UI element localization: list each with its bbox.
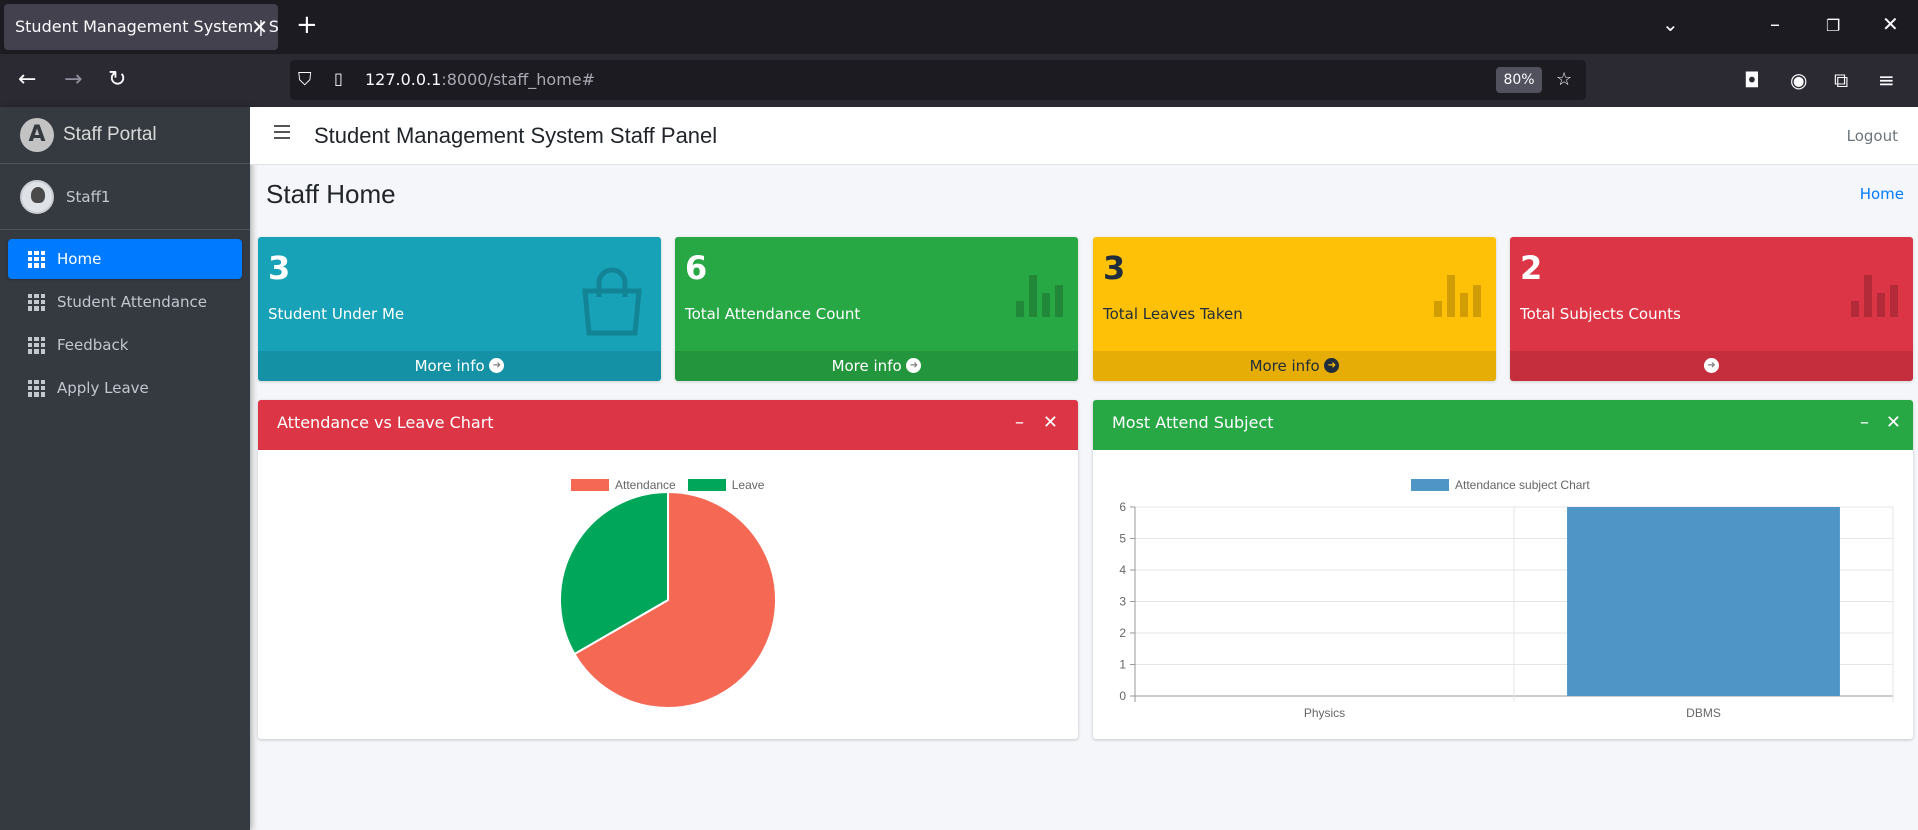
grid-icon (28, 293, 45, 311)
reload-icon[interactable]: ↻ (108, 67, 126, 92)
grid-icon (28, 336, 45, 354)
bar-chart-icon (1851, 275, 1898, 317)
window-close-icon[interactable]: ✕ (1882, 12, 1899, 36)
sidebar-item-label: Home (57, 250, 102, 268)
stat-box-students: 3 Student Under Me More info (258, 237, 661, 381)
stat-label: Total Attendance Count (685, 305, 861, 323)
browser-toolbar: ← → ↻ ⛉ ▯ 127.0.0.1:8000/staff_home# 80%… (0, 54, 1918, 108)
new-tab-icon[interactable]: + (296, 10, 318, 40)
sidebar-item-student-attendance[interactable]: Student Attendance (8, 282, 242, 322)
card-header: Attendance vs Leave Chart – ✕ (258, 400, 1078, 450)
tab-list-icon[interactable]: ⌄ (1662, 12, 1679, 36)
bar-dbms[interactable] (1567, 507, 1840, 696)
more-info-link[interactable]: More info (258, 351, 661, 381)
shopping-bag-icon (582, 267, 642, 336)
restore-icon[interactable]: ❐ (1826, 16, 1840, 35)
extensions-icon[interactable]: ⧉ (1834, 68, 1848, 92)
close-icon[interactable]: ✕ (1043, 400, 1058, 446)
brand-text: Staff Portal (63, 124, 157, 145)
y-tick-label: 2 (1119, 626, 1126, 640)
close-icon[interactable]: ✕ (1886, 400, 1901, 446)
forward-icon[interactable]: → (64, 67, 82, 92)
brand-logo: A (20, 118, 54, 152)
browser-tab[interactable]: Student Management System | Staff ✕ (4, 4, 278, 50)
y-tick-label: 0 (1119, 689, 1126, 703)
pocket-icon[interactable]: ◘ (1744, 68, 1760, 92)
bookmark-star-icon[interactable]: ☆ (1556, 69, 1572, 90)
arrow-circle-right-icon (906, 358, 922, 373)
url-text[interactable]: 127.0.0.1:8000/staff_home# (365, 60, 595, 100)
sidebar-item-label: Student Attendance (57, 293, 208, 311)
sidebar-item-home[interactable]: Home (8, 239, 242, 279)
browser-tab-strip: Student Management System | Staff ✕ + ⌄ … (0, 0, 1918, 54)
y-tick-label: 5 (1119, 532, 1126, 546)
sidebar-menu: Home Student Attendance Feedback Apply L… (0, 230, 250, 420)
url-bar[interactable]: ⛉ ▯ 127.0.0.1:8000/staff_home# 80% ☆ (290, 60, 1586, 100)
collapse-icon[interactable]: – (1860, 400, 1869, 446)
tab-title: Student Management System | Staff (15, 17, 278, 36)
arrow-circle-right-icon (1324, 358, 1340, 373)
zoom-level[interactable]: 80% (1496, 67, 1542, 93)
stat-label: Student Under Me (268, 305, 405, 323)
avatar (20, 179, 54, 214)
more-info-link[interactable]: More info (675, 351, 1078, 381)
y-tick-label: 1 (1119, 658, 1126, 672)
attendance-leave-card: Attendance vs Leave Chart – ✕ Attendance… (258, 400, 1078, 739)
stat-label: Total Leaves Taken (1103, 305, 1243, 323)
stat-box-leaves: 3 Total Leaves Taken More info (1093, 237, 1496, 381)
stat-box-attendance: 6 Total Attendance Count More info (675, 237, 1078, 381)
stat-label: Total Subjects Counts (1520, 305, 1681, 323)
arrow-circle-right-icon (489, 358, 505, 373)
content-area: Staff Home Home 3 Student Under Me More … (250, 165, 1918, 830)
grid-icon (28, 379, 45, 397)
account-icon[interactable]: ◉ (1790, 68, 1807, 92)
card-header: Most Attend Subject – ✕ (1093, 400, 1913, 450)
bar-chart: 0 1 2 3 4 5 6 Physics DBMS (1119, 500, 1894, 720)
collapse-icon[interactable]: – (1015, 400, 1024, 446)
x-tick-label: DBMS (1686, 706, 1721, 720)
brand-link[interactable]: A Staff Portal (0, 107, 250, 164)
sidebar-item-apply-leave[interactable]: Apply Leave (8, 368, 242, 408)
stat-box-subjects: 2 Total Subjects Counts (1510, 237, 1913, 381)
sidebar-item-feedback[interactable]: Feedback (8, 325, 242, 365)
pie-chart (559, 490, 777, 709)
page-title: Staff Home (266, 179, 396, 209)
shield-icon[interactable]: ⛉ (298, 69, 312, 90)
breadcrumb[interactable]: Home (1860, 185, 1904, 203)
x-tick-label: Physics (1304, 706, 1345, 720)
user-panel: Staff1 (0, 164, 250, 230)
hamburger-icon[interactable] (274, 125, 290, 141)
menu-icon[interactable]: ≡ (1878, 68, 1895, 92)
user-name[interactable]: Staff1 (66, 188, 110, 206)
y-tick-label: 6 (1119, 500, 1126, 514)
back-icon[interactable]: ← (18, 67, 36, 92)
page-icon[interactable]: ▯ (334, 69, 343, 88)
panel-title: Student Management System Staff Panel (314, 123, 718, 148)
stat-value: 6 (685, 249, 708, 287)
minimize-icon[interactable]: – (1770, 12, 1780, 36)
arrow-circle-right-icon (1704, 358, 1719, 373)
most-attend-subject-card: Most Attend Subject – ✕ Attendance subje… (1093, 400, 1913, 739)
y-tick-label: 4 (1119, 563, 1126, 577)
top-navbar: Student Management System Staff Panel Lo… (250, 107, 1918, 165)
stat-value: 3 (1103, 249, 1126, 287)
stat-value: 3 (268, 249, 291, 287)
bar-chart-icon (1434, 275, 1481, 317)
bar-chart-icon (1016, 275, 1063, 317)
stat-value: 2 (1520, 249, 1543, 287)
more-info-link[interactable] (1510, 351, 1913, 381)
sidebar-item-label: Apply Leave (57, 379, 149, 397)
y-tick-label: 3 (1119, 595, 1126, 609)
logout-link[interactable]: Logout (1847, 107, 1898, 165)
close-icon[interactable]: ✕ (251, 4, 268, 50)
sidebar-item-label: Feedback (57, 336, 129, 354)
sidebar: A Staff Portal Staff1 Home Student Atten… (0, 107, 250, 830)
more-info-link[interactable]: More info (1093, 351, 1496, 381)
grid-icon (28, 250, 45, 268)
card-title: Attendance vs Leave Chart (277, 413, 494, 432)
card-title: Most Attend Subject (1112, 413, 1274, 432)
